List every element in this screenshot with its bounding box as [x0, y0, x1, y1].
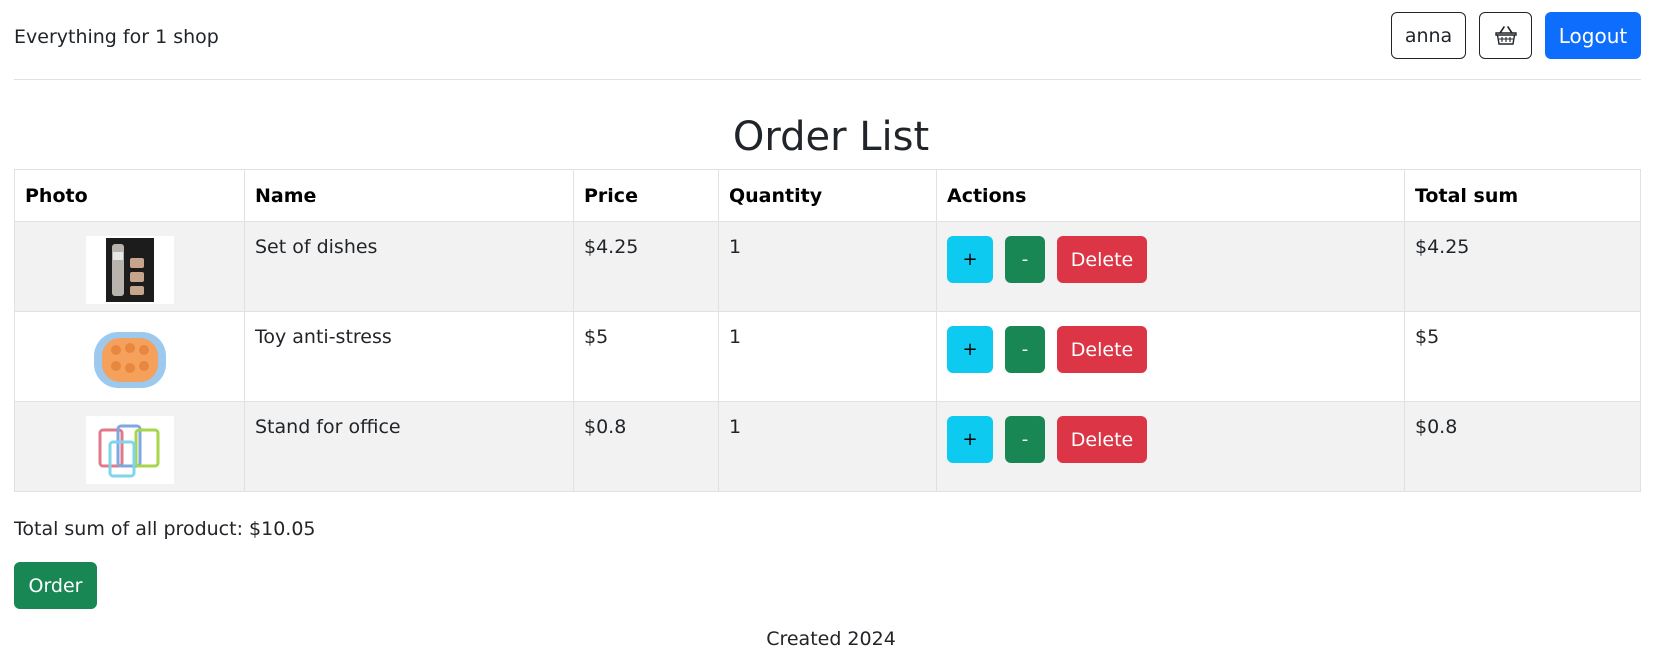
product-price: $0.8 [573, 401, 719, 492]
table-row: Toy anti-stress $5 1 + - Delete $5 [14, 311, 1641, 402]
increase-quantity-button[interactable]: + [947, 326, 993, 373]
delete-button[interactable]: Delete [1057, 236, 1147, 283]
page-title: Order List [732, 114, 930, 160]
column-header-actions: Actions [936, 169, 1405, 222]
product-quantity: 1 [718, 311, 937, 402]
office-stand-image [85, 416, 174, 484]
table-row: Set of dishes $4.25 1 + - Delete $4.25 [14, 221, 1641, 312]
column-header-quantity: Quantity [718, 169, 937, 222]
product-price: $5 [573, 311, 719, 402]
user-button[interactable]: anna [1391, 12, 1466, 59]
actions-cell: + - Delete [936, 401, 1405, 492]
column-header-photo: Photo [14, 169, 245, 222]
brand-title[interactable]: Everything for 1 shop [14, 24, 219, 50]
delete-button[interactable]: Delete [1057, 326, 1147, 373]
decrease-quantity-button[interactable]: - [1005, 416, 1045, 463]
increase-quantity-button[interactable]: + [947, 416, 993, 463]
top-navbar: Everything for 1 shop anna Logout [14, 0, 1641, 80]
product-total: $4.25 [1404, 221, 1641, 312]
footer-text: Created 2024 [766, 628, 896, 650]
actions-cell: + - Delete [936, 311, 1405, 402]
photo-cell [14, 311, 245, 402]
column-header-price: Price [573, 169, 719, 222]
product-price: $4.25 [573, 221, 719, 312]
dishes-set-image [85, 236, 174, 304]
product-name: Toy anti-stress [244, 311, 574, 402]
increase-quantity-button[interactable]: + [947, 236, 993, 283]
column-header-total: Total sum [1404, 169, 1641, 222]
product-total: $0.8 [1404, 401, 1641, 492]
product-quantity: 1 [718, 401, 937, 492]
cart-button[interactable] [1479, 12, 1532, 59]
product-total: $5 [1404, 311, 1641, 402]
decrease-quantity-button[interactable]: - [1005, 236, 1045, 283]
photo-cell [14, 401, 245, 492]
header-actions: anna Logout [1391, 12, 1641, 59]
total-sum-text: Total sum of all product: $10.05 [14, 518, 316, 540]
toy-anti-stress-image [85, 326, 174, 394]
table-row: Stand for office $0.8 1 + - Delete $0.8 [14, 401, 1641, 492]
decrease-quantity-button[interactable]: - [1005, 326, 1045, 373]
photo-cell [14, 221, 245, 312]
column-header-name: Name [244, 169, 574, 222]
table-header-row: Photo Name Price Quantity Actions Total … [14, 169, 1641, 222]
order-table: Photo Name Price Quantity Actions Total … [14, 169, 1641, 492]
logout-button[interactable]: Logout [1545, 12, 1641, 59]
order-button[interactable]: Order [14, 562, 97, 609]
product-quantity: 1 [718, 221, 937, 312]
basket-icon [1494, 25, 1517, 45]
product-name: Stand for office [244, 401, 574, 492]
delete-button[interactable]: Delete [1057, 416, 1147, 463]
product-name: Set of dishes [244, 221, 574, 312]
actions-cell: + - Delete [936, 221, 1405, 312]
